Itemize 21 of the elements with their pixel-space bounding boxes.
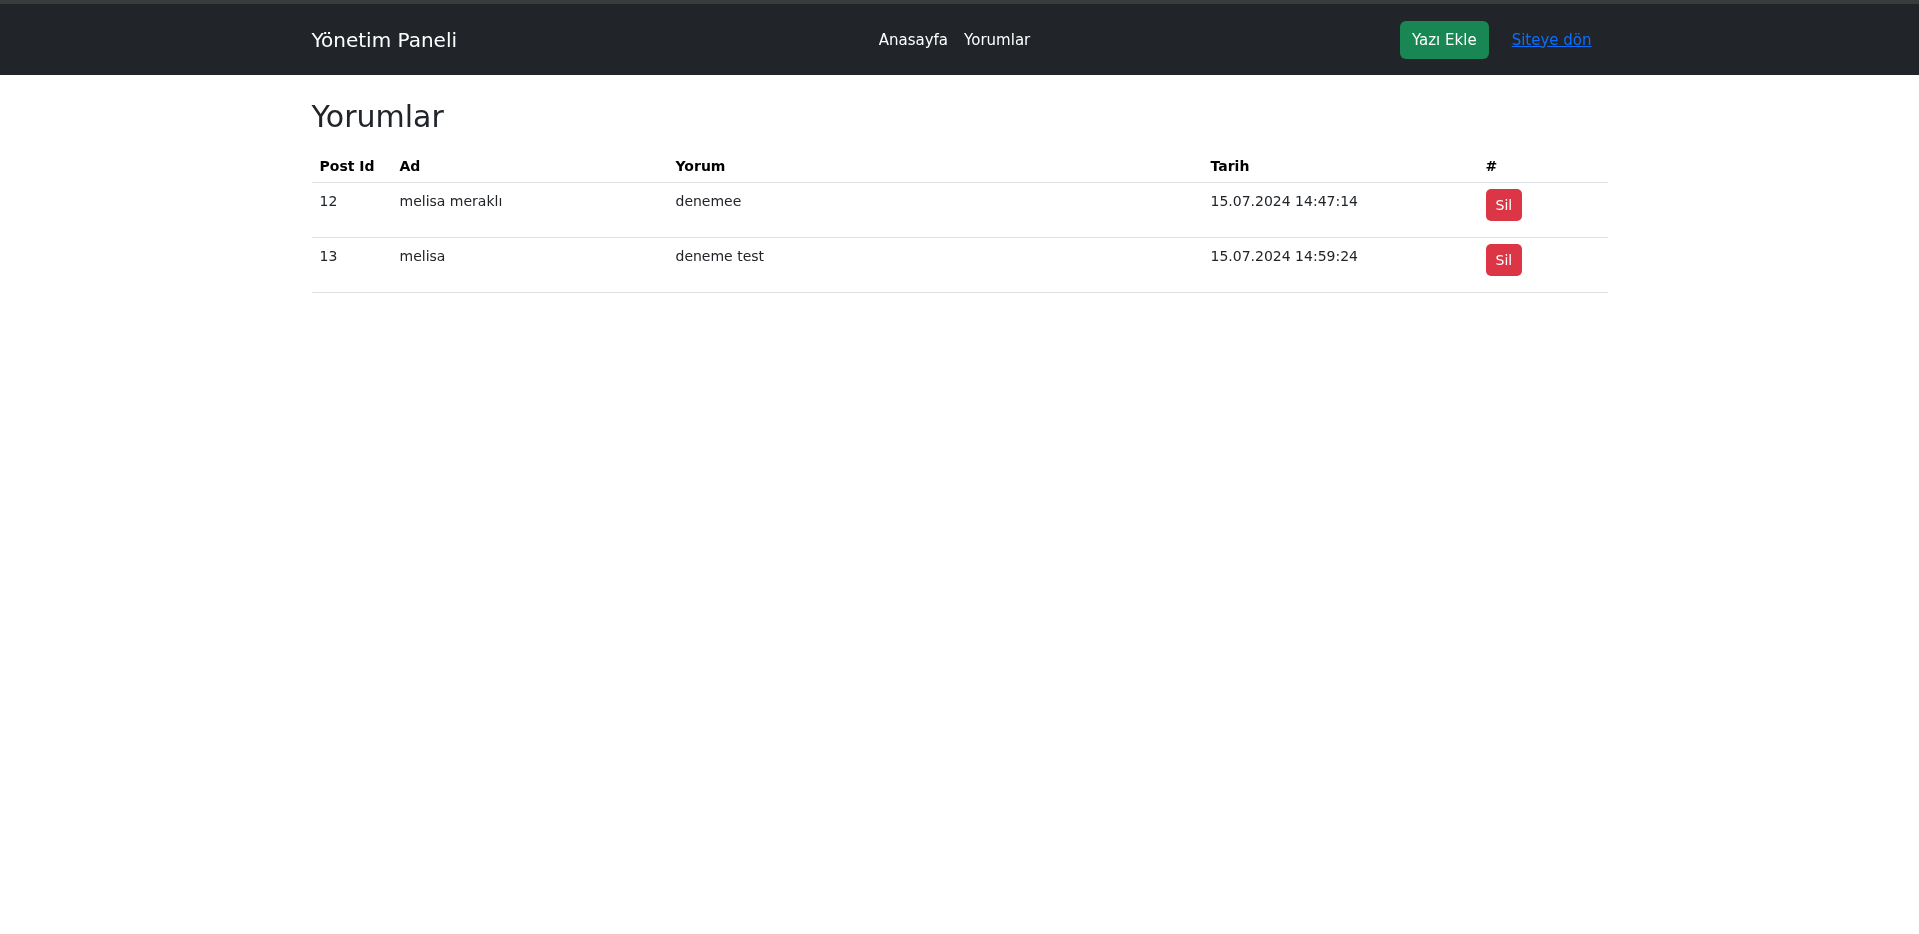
table-cell: melisa meraklı bbox=[391, 182, 668, 238]
column-header: Post Id bbox=[311, 150, 392, 183]
delete-button[interactable]: Sil bbox=[1485, 189, 1523, 221]
page-heading: Yorumlar bbox=[311, 99, 445, 134]
table-cell: 13 bbox=[311, 237, 392, 293]
column-header: Tarih bbox=[1202, 150, 1478, 183]
column-header: # bbox=[1477, 150, 1608, 183]
add-post-button[interactable]: Yazı Ekle bbox=[1399, 20, 1489, 59]
table-cell: 15.07.2024 14:47:14 bbox=[1202, 182, 1478, 238]
brand-title: Yönetim Paneli bbox=[311, 27, 459, 52]
nav-link[interactable]: Anasayfa bbox=[878, 30, 949, 49]
table-cell: deneme test bbox=[667, 237, 1203, 293]
table-cell: 15.07.2024 14:59:24 bbox=[1202, 237, 1478, 293]
delete-button[interactable]: Sil bbox=[1485, 244, 1523, 276]
column-header: Yorum bbox=[667, 150, 1203, 183]
table-cell: 12 bbox=[311, 182, 392, 238]
column-header: Ad bbox=[391, 150, 668, 183]
back-to-site-link[interactable]: Siteye dön bbox=[1505, 24, 1598, 55]
table-cell: melisa bbox=[391, 237, 668, 293]
table-cell: denemee bbox=[667, 182, 1203, 238]
nav-link[interactable]: Yorumlar bbox=[964, 30, 1031, 49]
